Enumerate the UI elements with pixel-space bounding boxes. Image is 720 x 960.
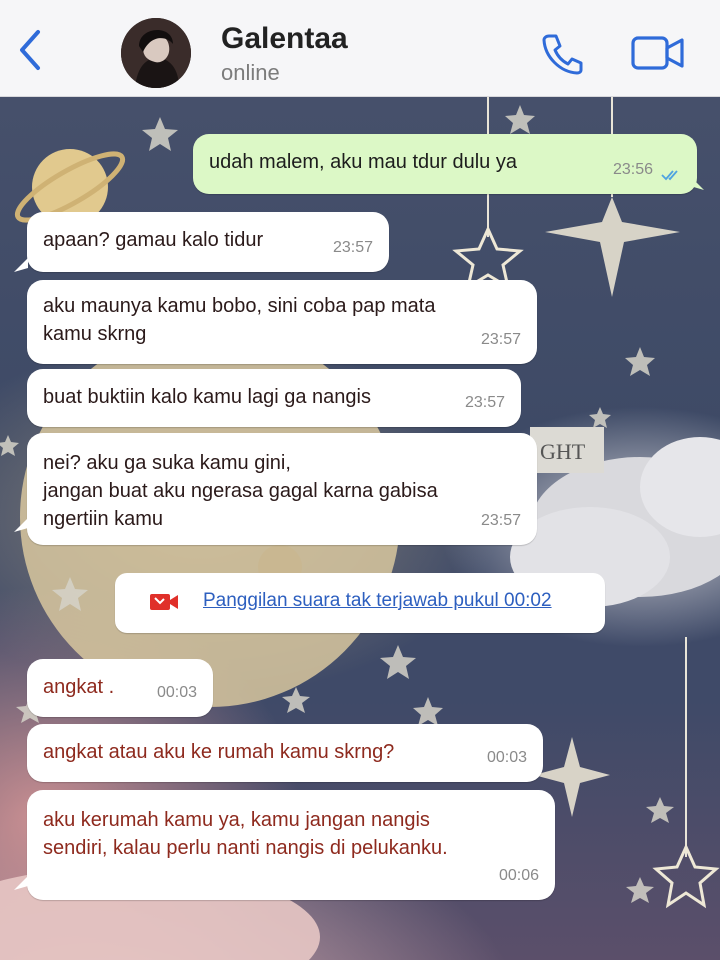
message-text: buat buktiin kalo kamu lagi ga nangis [43,386,371,408]
contact-avatar[interactable] [121,18,191,88]
message-incoming[interactable]: aku maunya kamu bobo, sini coba pap mata… [27,280,537,364]
wallpaper-sign-text: GHT [540,439,586,464]
message-text: udah malem, aku mau tdur dulu ya [209,151,517,173]
message-time: 23:57 [464,394,505,411]
message-text: angkat . [43,676,115,698]
missed-call-text[interactable]: Panggilan suara tak terjawab pukul 00:02 [203,590,552,612]
message-text: angkat atau aku ke rumah kamu skrng? [43,741,395,763]
message-incoming[interactable]: angkat . 00:03 [27,659,213,717]
message-time: 00:03 [486,749,527,766]
bubble-tail [14,258,28,272]
video-call-icon[interactable] [630,33,686,73]
contact-name[interactable]: Galentaa [221,22,348,56]
voice-call-icon[interactable] [540,31,584,75]
message-text-line: jangan buat aku ngerasa gagal karna gabi… [43,480,438,502]
message-outgoing[interactable]: udah malem, aku mau tdur dulu ya 23:56 [193,134,697,194]
bubble-tail [14,518,28,532]
message-text-line: aku maunya kamu bobo, sini coba pap mata [43,295,436,317]
message-incoming[interactable]: nei? aku ga suka kamu gini, jangan buat … [27,433,537,545]
message-text: apaan? gamau kalo tidur [43,229,264,251]
message-text-line: sendiri, kalau perlu nanti nangis di pel… [43,837,448,859]
message-text-line: ngertiin kamu [43,508,164,530]
message-text-line: kamu skrng [43,323,147,345]
back-chevron-icon[interactable] [14,28,46,72]
message-time: 23:57 [480,331,521,348]
message-incoming[interactable]: angkat atau aku ke rumah kamu skrng? 00:… [27,724,543,782]
missed-video-call-icon [150,594,178,610]
missed-call-notice[interactable]: Panggilan suara tak terjawab pukul 00:02 [115,573,605,633]
contact-status: online [221,60,280,85]
message-incoming[interactable]: aku kerumah kamu ya, kamu jangan nangis … [27,790,555,900]
message-time: 23:56 [612,161,653,178]
message-time: 00:03 [156,684,197,701]
message-time: 00:06 [498,867,539,884]
bubble-tail [14,876,28,890]
message-incoming[interactable]: apaan? gamau kalo tidur 23:57 [27,212,389,272]
message-incoming[interactable]: buat buktiin kalo kamu lagi ga nangis 23… [27,369,521,427]
message-text-line: aku kerumah kamu ya, kamu jangan nangis [43,809,430,831]
message-text-line: nei? aku ga suka kamu gini, [43,452,291,474]
message-time: 23:57 [332,239,373,256]
message-time: 23:57 [480,512,521,529]
chat-header: Galentaa online [0,0,720,97]
bubble-tail [690,176,704,190]
read-receipt-icon [661,170,678,181]
